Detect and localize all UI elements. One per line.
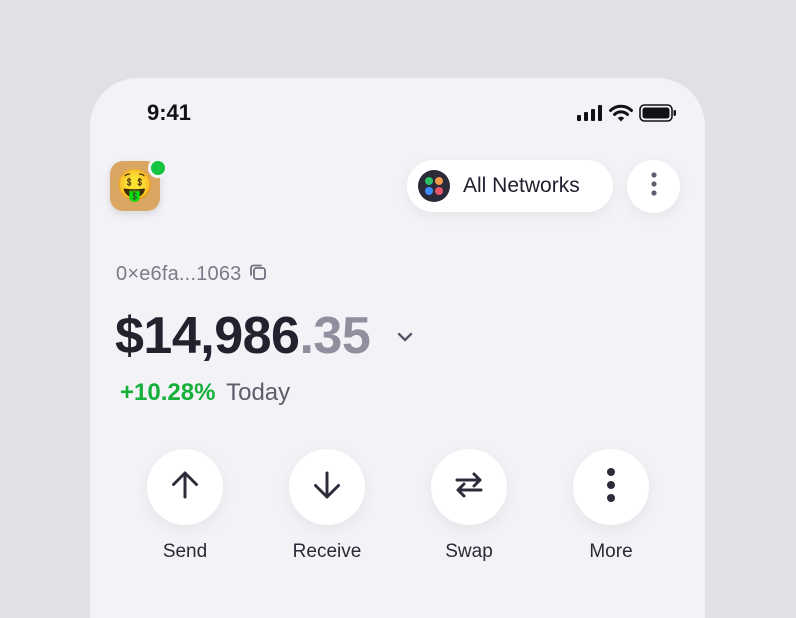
swap-button[interactable] [431, 449, 507, 525]
swap-label: Swap [445, 541, 493, 562]
avatar-emoji: 🤑 [116, 168, 154, 203]
vertical-dots-icon [650, 172, 657, 201]
change-percent: +10.28% [120, 379, 216, 406]
network-selector-label: All Networks [463, 174, 580, 197]
status-icons [577, 104, 677, 127]
swap-action[interactable]: Swap [419, 449, 519, 563]
vertical-dots-icon [606, 467, 616, 508]
balance-decimals: .35 [299, 307, 371, 365]
status-time: 9:41 [147, 100, 192, 125]
chevron-down-icon[interactable] [396, 330, 414, 348]
wallet-address: 0×e6fa...1063 [116, 263, 242, 285]
receive-label: Receive [292, 541, 362, 562]
change-period-label: Today [226, 379, 291, 406]
wallet-address-row[interactable]: 0×e6fa...1063 [116, 262, 268, 287]
online-status-dot [148, 158, 168, 178]
swap-arrows-icon [452, 468, 486, 507]
wifi-icon [609, 104, 633, 127]
signal-icon [577, 105, 603, 126]
header-menu-button[interactable] [627, 160, 680, 213]
phone-screen: 9:41 🤑 All Networks 0×e6fa...1063 $14,98… [90, 78, 705, 618]
send-button[interactable] [147, 449, 223, 525]
more-label: More [589, 541, 633, 562]
more-action[interactable]: More [561, 449, 661, 563]
balance-row[interactable]: $14,986.35 [115, 306, 414, 366]
send-action[interactable]: Send [135, 449, 235, 563]
more-button[interactable] [573, 449, 649, 525]
arrow-up-icon [168, 468, 202, 507]
networks-logo-icon [418, 170, 450, 202]
copy-icon[interactable] [248, 262, 268, 287]
battery-icon [639, 104, 677, 127]
balance-change: +10.28% Today [120, 379, 290, 407]
receive-button[interactable] [289, 449, 365, 525]
send-label: Send [162, 541, 208, 562]
network-selector-button[interactable]: All Networks [407, 160, 613, 212]
receive-action[interactable]: Receive [277, 449, 377, 563]
balance-amount: $14,986 [115, 307, 300, 365]
arrow-down-icon [310, 468, 344, 507]
